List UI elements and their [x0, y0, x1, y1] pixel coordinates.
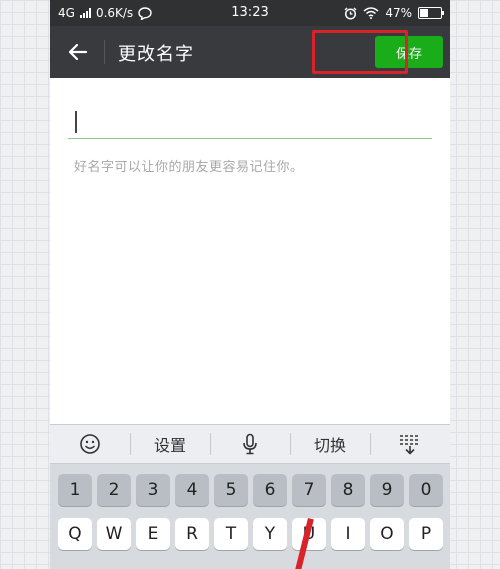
key-3[interactable]: 3 [136, 474, 170, 506]
back-button[interactable] [62, 36, 94, 68]
keyboard-switch-label: 切换 [313, 436, 346, 455]
microphone-icon [243, 433, 257, 455]
keyboard-switch-button[interactable]: 切换 [290, 425, 370, 463]
phone-screen: 4G 0.6K/s 13:23 47% 更改名字 保存 好名字可以让你的朋友更容… [50, 0, 450, 569]
wifi-icon [363, 7, 379, 19]
smiley-icon [80, 434, 100, 454]
key-4[interactable]: 4 [175, 474, 209, 506]
name-hint: 好名字可以让你的朋友更容易记住你。 [74, 160, 304, 175]
save-highlight-box [312, 30, 408, 74]
hide-keyboard-button[interactable] [370, 425, 450, 463]
key-t[interactable]: T [214, 518, 248, 550]
keyboard-settings-label: 设置 [153, 436, 186, 455]
key-o[interactable]: O [370, 518, 404, 550]
text-caret [75, 111, 77, 133]
emoji-button[interactable] [50, 425, 130, 463]
battery-fill [420, 9, 428, 17]
hide-keyboard-icon [400, 435, 420, 455]
key-q[interactable]: Q [58, 518, 92, 550]
key-y[interactable]: Y [253, 518, 287, 550]
key-1[interactable]: 1 [58, 474, 92, 506]
battery-icon [418, 7, 444, 19]
key-9[interactable]: 9 [370, 474, 404, 506]
key-e[interactable]: E [136, 518, 170, 550]
battery-percent: 47% [385, 6, 412, 20]
keyboard-toolbar: 设置 切换 [50, 424, 450, 464]
key-w[interactable]: W [97, 518, 131, 550]
keyboard-settings-button[interactable]: 设置 [130, 425, 210, 463]
key-i[interactable]: I [331, 518, 365, 550]
voice-input-button[interactable] [210, 425, 290, 463]
status-bar: 4G 0.6K/s 13:23 47% [50, 0, 450, 26]
alarm-icon [344, 7, 357, 20]
soft-keyboard: 设置 切换 1234567890 QWERTYUIOP [50, 424, 450, 569]
arrow-left-icon [68, 43, 88, 61]
key-p[interactable]: P [409, 518, 443, 550]
key-7[interactable]: 7 [292, 474, 326, 506]
key-r[interactable]: R [175, 518, 209, 550]
key-0[interactable]: 0 [409, 474, 443, 506]
key-2[interactable]: 2 [97, 474, 131, 506]
key-8[interactable]: 8 [331, 474, 365, 506]
status-right: 47% [344, 6, 444, 20]
page-title: 更改名字 [118, 44, 194, 65]
key-5[interactable]: 5 [214, 474, 248, 506]
toolbar-divider [104, 40, 105, 64]
name-input[interactable] [68, 105, 432, 139]
key-6[interactable]: 6 [253, 474, 287, 506]
